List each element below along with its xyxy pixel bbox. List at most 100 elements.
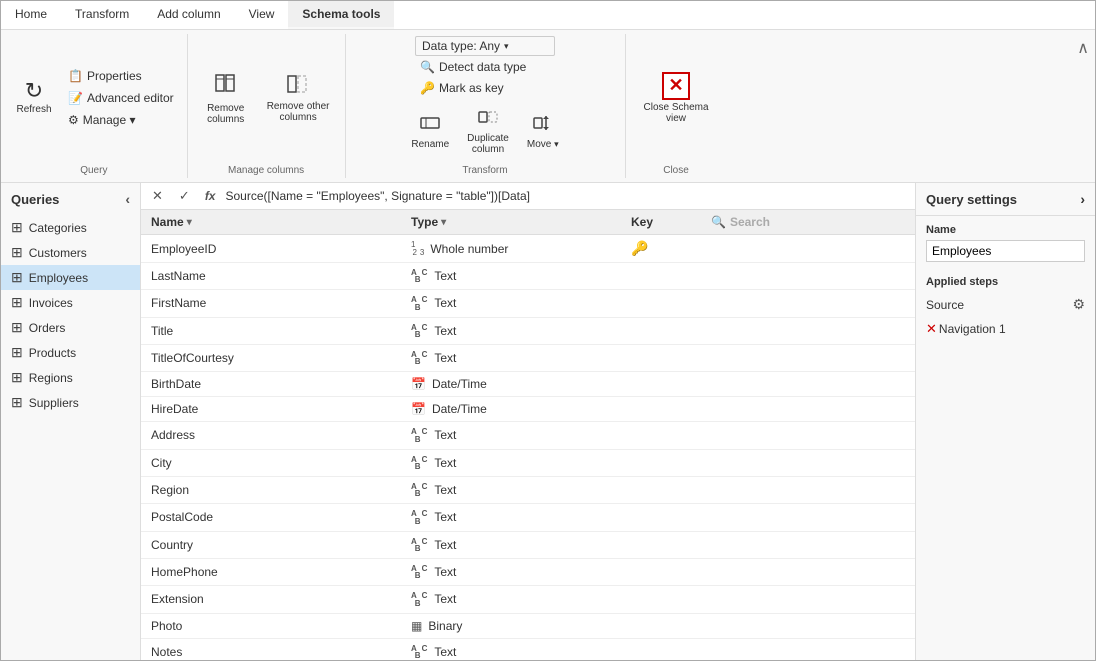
search-icon: 🔍 xyxy=(711,215,726,229)
ribbon-group-transform: Data type: Any ▾ 🔍 Detect data type 🔑 Ma… xyxy=(346,34,626,178)
sidebar-item-categories[interactable]: ⊞ Categories xyxy=(1,215,140,240)
formula-confirm-button[interactable]: ✓ xyxy=(174,186,195,206)
duplicate-column-label: Duplicatecolumn xyxy=(467,133,509,155)
tab-home[interactable]: Home xyxy=(1,1,61,29)
move-button[interactable]: Move ▾ xyxy=(520,102,566,159)
table-row[interactable]: City ABC Text xyxy=(141,450,915,477)
remove-columns-button[interactable]: Removecolumns xyxy=(196,67,256,129)
table-row[interactable]: HomePhone ABC Text xyxy=(141,559,915,586)
tab-view[interactable]: View xyxy=(235,1,289,29)
table-row[interactable]: PostalCode ABC Text xyxy=(141,504,915,531)
cell-type: ABC Text xyxy=(401,450,621,476)
formula-input[interactable] xyxy=(225,189,909,203)
rename-button[interactable]: Rename xyxy=(404,102,456,159)
cell-type: ABC Text xyxy=(401,345,621,371)
type-icon: ABC xyxy=(411,455,428,471)
table-row[interactable]: Title ABC Text xyxy=(141,318,915,345)
cell-type: ABC Text xyxy=(401,477,621,503)
type-icon: ABC xyxy=(411,295,428,311)
cell-key xyxy=(621,504,701,530)
manage-icon: ⚙ xyxy=(68,113,79,127)
step-navigation1-delete-icon[interactable]: ✕ xyxy=(926,321,937,337)
detect-data-type-button[interactable]: 🔍 Detect data type xyxy=(415,57,531,77)
cell-type: ABC Text xyxy=(401,290,621,316)
close-schema-view-button[interactable]: ✕ Close Schemaview xyxy=(634,68,719,128)
close-schema-icon: ✕ xyxy=(662,72,690,100)
refresh-button[interactable]: ↻ Refresh xyxy=(9,76,59,119)
formula-cancel-button[interactable]: ✕ xyxy=(147,186,168,206)
rename-label: Rename xyxy=(411,139,449,150)
table-row[interactable]: BirthDate 📅 Date/Time xyxy=(141,372,915,397)
query-settings-title: Query settings xyxy=(926,192,1017,207)
table-row[interactable]: FirstName ABC Text xyxy=(141,290,915,317)
mark-as-key-icon: 🔑 xyxy=(420,81,435,95)
table-row[interactable]: EmployeeID 123 Whole number 🔑 xyxy=(141,235,915,263)
main-body: Queries ‹ ⊞ Categories ⊞ Customers ⊞ Emp… xyxy=(1,183,1095,660)
type-sort-icon: ▾ xyxy=(441,217,446,228)
cell-key xyxy=(621,263,701,289)
step-source[interactable]: Source ⚙ xyxy=(916,292,1095,317)
cell-type: ABC Text xyxy=(401,422,621,448)
cell-name: FirstName xyxy=(141,290,401,316)
cell-type: ABC Text xyxy=(401,559,621,585)
manage-columns-group-label: Manage columns xyxy=(228,163,304,178)
cell-type: ABC Text xyxy=(401,318,621,344)
advanced-editor-button[interactable]: 📝 Advanced editor xyxy=(63,88,179,108)
table-row[interactable]: HireDate 📅 Date/Time xyxy=(141,397,915,422)
sidebar-item-regions[interactable]: ⊞ Regions xyxy=(1,365,140,390)
properties-button[interactable]: 📋 Properties xyxy=(63,66,179,86)
query-name-input[interactable] xyxy=(926,240,1085,262)
sidebar-item-invoices[interactable]: ⊞ Invoices xyxy=(1,290,140,315)
query-group-label: Query xyxy=(80,163,107,178)
tab-add-column[interactable]: Add column xyxy=(143,1,234,29)
close-group-label: Close xyxy=(663,163,689,178)
table-row[interactable]: LastName ABC Text xyxy=(141,263,915,290)
mark-as-key-button[interactable]: 🔑 Mark as key xyxy=(415,78,509,98)
cell-type: ABC Text xyxy=(401,504,621,530)
sidebar-item-suppliers[interactable]: ⊞ Suppliers xyxy=(1,390,140,415)
cell-key: 🔑 xyxy=(621,235,701,262)
cell-name: Photo xyxy=(141,614,401,638)
cell-type: 123 Whole number xyxy=(401,235,621,262)
type-icon: ABC xyxy=(411,350,428,366)
table-row[interactable]: Extension ABC Text xyxy=(141,586,915,613)
step-navigation1[interactable]: ✕ Navigation 1 xyxy=(916,317,1095,341)
type-icon: ABC xyxy=(411,591,428,607)
duplicate-column-button[interactable]: Duplicatecolumn xyxy=(460,102,516,159)
column-header-type[interactable]: Type ▾ xyxy=(401,210,621,234)
formula-bar: ✕ ✓ fx xyxy=(141,183,915,210)
cell-key xyxy=(621,345,701,371)
sidebar: Queries ‹ ⊞ Categories ⊞ Customers ⊞ Emp… xyxy=(1,183,141,660)
table-body: EmployeeID 123 Whole number 🔑 LastName A… xyxy=(141,235,915,660)
cell-name: Address xyxy=(141,422,401,448)
ribbon-collapse-button[interactable]: ∧ xyxy=(1071,34,1095,178)
refresh-label: Refresh xyxy=(16,104,51,115)
sidebar-item-customers[interactable]: ⊞ Customers xyxy=(1,240,140,265)
remove-other-columns-button[interactable]: Remove othercolumns xyxy=(260,68,337,127)
ribbon: Home Transform Add column View Schema to… xyxy=(1,1,1095,183)
table-row[interactable]: Address ABC Text xyxy=(141,422,915,449)
tab-schema-tools[interactable]: Schema tools xyxy=(288,1,394,29)
query-settings-expand-button[interactable]: › xyxy=(1080,191,1085,207)
sidebar-item-employees[interactable]: ⊞ Employees xyxy=(1,265,140,290)
table-icon-employees: ⊞ xyxy=(11,269,23,286)
table-row[interactable]: TitleOfCourtesy ABC Text xyxy=(141,345,915,372)
type-icon: ABC xyxy=(411,537,428,553)
ribbon-group-manage-columns: Removecolumns Remove othercolumns Manage… xyxy=(188,34,346,178)
column-header-name[interactable]: Name ▾ xyxy=(141,210,401,234)
cell-key xyxy=(621,422,701,448)
manage-button[interactable]: ⚙ Manage ▾ xyxy=(63,110,179,130)
table-row[interactable]: Country ABC Text xyxy=(141,532,915,559)
tab-transform[interactable]: Transform xyxy=(61,1,143,29)
sidebar-item-orders[interactable]: ⊞ Orders xyxy=(1,315,140,340)
sidebar-collapse-button[interactable]: ‹ xyxy=(125,191,130,207)
sidebar-item-products[interactable]: ⊞ Products xyxy=(1,340,140,365)
data-type-button[interactable]: Data type: Any ▾ xyxy=(415,36,555,56)
table-row[interactable]: Region ABC Text xyxy=(141,477,915,504)
type-icon: 📅 xyxy=(411,377,426,391)
table-row[interactable]: Notes ABC Text xyxy=(141,639,915,660)
cell-name: EmployeeID xyxy=(141,235,401,262)
step-source-gear-icon[interactable]: ⚙ xyxy=(1072,296,1085,313)
table-row[interactable]: Photo ▦ Binary xyxy=(141,614,915,639)
advanced-editor-label: Advanced editor xyxy=(87,91,174,105)
